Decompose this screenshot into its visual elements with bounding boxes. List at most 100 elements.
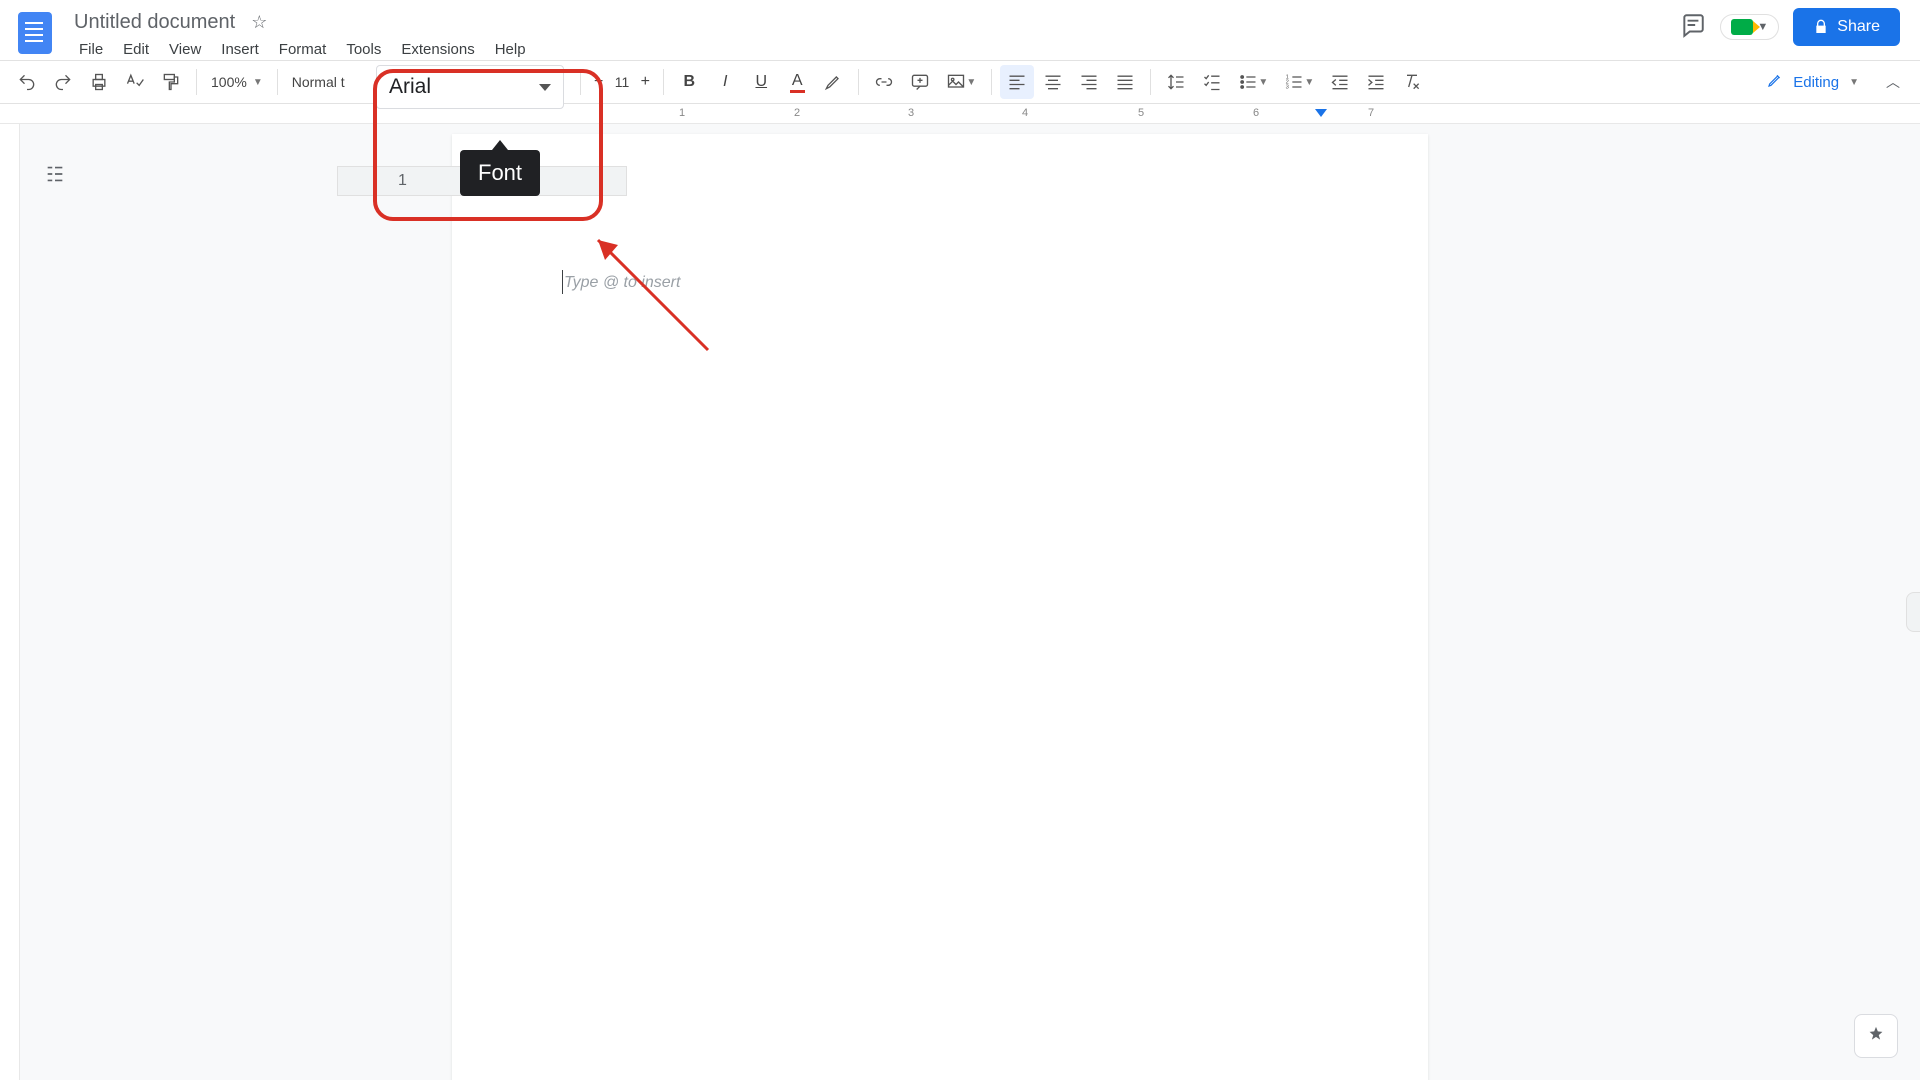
title-area: Untitled document ☆ File Edit View Inser… [70, 8, 535, 61]
numbered-list-button[interactable]: 123▼ [1277, 65, 1321, 99]
menu-extensions[interactable]: Extensions [392, 38, 483, 61]
undo-icon [17, 72, 37, 92]
ruler-mark: 3 [908, 107, 914, 119]
decrease-indent-button[interactable] [1323, 65, 1357, 99]
insert-link-button[interactable] [867, 65, 901, 99]
dropdown-triangle-icon [539, 84, 551, 91]
checklist-button[interactable] [1195, 65, 1229, 99]
redo-icon [53, 72, 73, 92]
menu-format[interactable]: Format [270, 38, 336, 61]
menu-edit[interactable]: Edit [114, 38, 158, 61]
menu-tools[interactable]: Tools [337, 38, 390, 61]
separator [580, 69, 581, 95]
increase-indent-button[interactable] [1359, 65, 1393, 99]
collapse-toolbar-button[interactable]: ︿ [1876, 72, 1910, 92]
pencil-icon [1767, 72, 1783, 88]
italic-button[interactable]: I [708, 65, 742, 99]
comment-icon [1680, 12, 1706, 38]
outline-icon [44, 163, 66, 185]
share-button[interactable]: Share [1793, 8, 1900, 46]
editing-mode-label: Editing [1793, 74, 1839, 91]
underline-button[interactable]: U [744, 65, 778, 99]
bulleted-list-button[interactable]: ▼ [1231, 65, 1275, 99]
chevron-down-icon: ▼ [1849, 77, 1859, 88]
undo-button[interactable] [10, 65, 44, 99]
paragraph-style-select[interactable]: Normal t [286, 74, 370, 90]
ruler-mark: 5 [1138, 107, 1144, 119]
highlight-button[interactable] [816, 65, 850, 99]
lock-icon [1813, 19, 1829, 35]
vertical-ruler[interactable] [0, 124, 20, 1080]
menu-insert[interactable]: Insert [212, 38, 268, 61]
camera-icon [1731, 19, 1753, 35]
print-icon [89, 72, 109, 92]
menu-file[interactable]: File [70, 38, 112, 61]
line-spacing-button[interactable] [1159, 65, 1193, 99]
horizontal-ruler[interactable]: 1 2 3 4 5 6 7 [0, 104, 1920, 124]
docs-icon [18, 12, 52, 54]
chevron-down-icon: ▼ [966, 77, 976, 88]
zoom-select[interactable]: 100%▼ [205, 74, 269, 90]
font-size-value[interactable]: 11 [611, 74, 634, 90]
spellcheck-button[interactable] [118, 65, 152, 99]
align-right-button[interactable] [1072, 65, 1106, 99]
separator [858, 69, 859, 95]
chevron-down-icon: ▼ [1304, 77, 1314, 88]
docs-logo[interactable] [10, 8, 60, 58]
chevron-down-icon: ▼ [253, 77, 263, 88]
print-button[interactable] [82, 65, 116, 99]
explore-icon [1865, 1025, 1887, 1047]
text-color-button[interactable]: A [780, 65, 814, 99]
align-justify-button[interactable] [1108, 65, 1142, 99]
ruler-mark: 7 [1368, 107, 1374, 119]
align-justify-icon [1115, 72, 1135, 92]
align-left-icon [1007, 72, 1027, 92]
indent-increase-icon [1366, 72, 1386, 92]
align-center-button[interactable] [1036, 65, 1070, 99]
insert-image-button[interactable]: ▼ [939, 65, 983, 99]
font-family-value: Arial [389, 75, 431, 99]
right-margin-marker[interactable] [1315, 109, 1327, 117]
workspace: 1 2 3 4 5 6 7 1 Type @ to insert [0, 104, 1920, 1080]
toolbar: 100%▼ Normal t − 11 + B I U A ▼ ▼ 123▼ E… [0, 60, 1920, 104]
indent-decrease-icon [1330, 72, 1350, 92]
document-page[interactable]: 1 Type @ to insert [452, 134, 1428, 1080]
separator [196, 69, 197, 95]
ruler-mark: 4 [1022, 107, 1028, 119]
ruler-mark: 2 [794, 107, 800, 119]
star-icon[interactable]: ☆ [251, 12, 267, 33]
ruler-mark: 1 [679, 107, 685, 119]
share-label: Share [1837, 18, 1880, 36]
insert-comment-button[interactable] [903, 65, 937, 99]
comments-button[interactable] [1680, 12, 1706, 43]
font-size-decrease[interactable]: − [589, 65, 609, 99]
document-title[interactable]: Untitled document [70, 11, 239, 34]
app-header: Untitled document ☆ File Edit View Inser… [0, 0, 1920, 60]
menu-bar: File Edit View Insert Format Tools Exten… [70, 38, 535, 61]
menu-view[interactable]: View [160, 38, 210, 61]
document-outline-button[interactable] [40, 159, 70, 189]
redo-button[interactable] [46, 65, 80, 99]
side-panel-toggle[interactable] [1906, 592, 1920, 632]
clear-formatting-button[interactable] [1395, 65, 1429, 99]
separator [277, 69, 278, 95]
image-icon [946, 72, 966, 92]
font-size-increase[interactable]: + [635, 65, 655, 99]
align-center-icon [1043, 72, 1063, 92]
explore-button[interactable] [1854, 1014, 1898, 1058]
editing-mode-select[interactable]: Editing ▼ [1752, 65, 1874, 99]
add-comment-icon [910, 72, 930, 92]
menu-help[interactable]: Help [486, 38, 535, 61]
meet-button[interactable]: ▼ [1720, 14, 1779, 40]
paint-roller-icon [161, 72, 181, 92]
font-family-select[interactable]: Arial [376, 65, 564, 109]
bold-button[interactable]: B [672, 65, 706, 99]
highlighter-icon [823, 72, 843, 92]
link-icon [874, 72, 894, 92]
spellcheck-icon [125, 72, 145, 92]
paint-format-button[interactable] [154, 65, 188, 99]
page-number: 1 [398, 172, 407, 190]
style-value: Normal t [292, 74, 345, 90]
checklist-icon [1202, 72, 1222, 92]
align-left-button[interactable] [1000, 65, 1034, 99]
